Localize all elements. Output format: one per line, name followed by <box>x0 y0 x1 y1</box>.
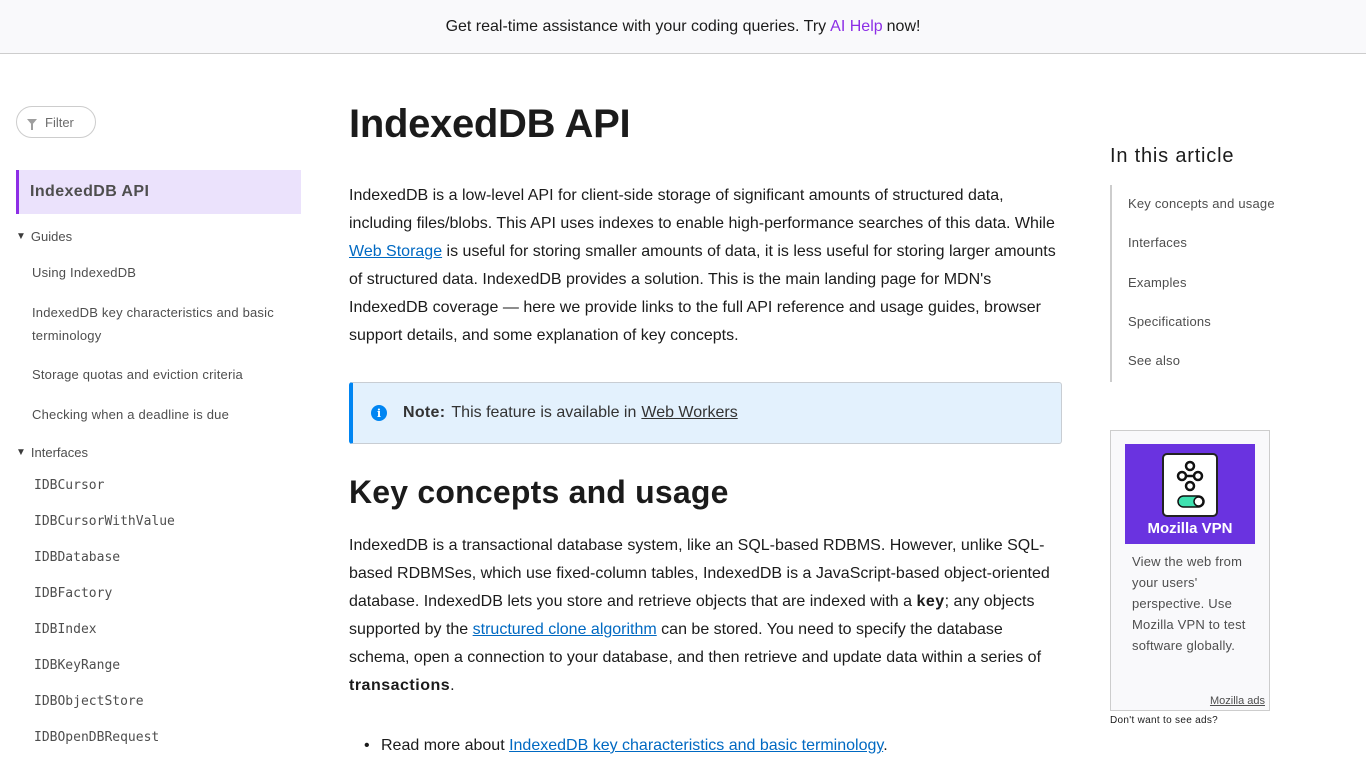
funnel-icon <box>27 119 37 130</box>
table-of-contents: Key concepts and usage Interfaces Exampl… <box>1110 185 1310 382</box>
banner-text-end: now! <box>886 17 921 35</box>
chevron-down-icon: ▼ <box>16 447 26 458</box>
sidebar-item[interactable]: Storage quotas and eviction criteria <box>32 363 302 386</box>
section-heading: Key concepts and usage <box>349 474 729 510</box>
toc-title: In this article <box>1110 145 1235 167</box>
web-storage-link[interactable]: Web Storage <box>349 243 442 260</box>
filter-placeholder: Filter <box>45 114 74 130</box>
note-label: Note: <box>403 404 446 421</box>
ad-box[interactable]: Mozilla VPN View the web from your users… <box>1110 430 1270 711</box>
vpn-network-icon <box>1176 460 1205 508</box>
intro-paragraph: IndexedDB is a low-level API for client-… <box>349 182 1062 350</box>
intro-text: IndexedDB is a low-level API for client-… <box>349 187 1055 232</box>
sidebar-item[interactable]: IDBIndex <box>34 622 97 637</box>
toc-item[interactable]: Examples <box>1128 275 1187 290</box>
sidebar-group-label: Interfaces <box>30 445 88 460</box>
key-term: key <box>916 593 945 610</box>
sidebar-item[interactable]: IDBDatabase <box>34 550 120 565</box>
intro-text-2: is useful for storing smaller amounts of… <box>349 243 1056 344</box>
concepts-text-4: . <box>450 677 455 694</box>
web-workers-link[interactable]: Web Workers <box>641 404 737 422</box>
sidebar-item[interactable]: IDBKeyRange <box>34 658 120 673</box>
sidebar-item[interactable]: IDBObjectStore <box>34 694 144 709</box>
mozilla-ads-link[interactable]: Mozilla ads <box>1210 695 1265 707</box>
filter-input[interactable]: Filter <box>16 106 96 138</box>
sidebar: Filter IndexedDB API ▼ Guides Using Inde… <box>0 54 320 768</box>
sidebar-item[interactable]: IDBOpenDBRequest <box>34 730 159 745</box>
ad-brand: Mozilla VPN <box>1147 520 1233 537</box>
info-icon: i <box>371 405 387 421</box>
structured-clone-link[interactable]: structured clone algorithm <box>473 621 657 638</box>
toc-item[interactable]: Key concepts and usage <box>1128 196 1275 211</box>
sidebar-item[interactable]: IndexedDB key characteristics and basic … <box>32 301 302 347</box>
key-characteristics-link[interactable]: IndexedDB key characteristics and basic … <box>509 737 883 754</box>
page-title: IndexedDB API <box>349 102 631 146</box>
sidebar-group-label: Guides <box>30 229 73 244</box>
bullet-end: . <box>883 737 888 754</box>
sidebar-group-guides[interactable]: ▼ Guides <box>16 229 72 244</box>
transactions-term: transactions <box>349 677 451 694</box>
banner-text: Get real-time assistance with your codin… <box>445 17 827 35</box>
toc-item[interactable]: Specifications <box>1128 314 1211 329</box>
concepts-paragraph: IndexedDB is a transactional database sy… <box>349 532 1062 700</box>
sidebar-item[interactable]: IDBFactory <box>34 586 112 601</box>
sidebar-item[interactable]: Using IndexedDB <box>32 261 302 284</box>
vpn-app-icon <box>1162 453 1218 517</box>
note-text: This feature is available in <box>451 404 637 421</box>
chevron-down-icon: ▼ <box>16 231 26 242</box>
ai-help-banner: Get real-time assistance with your codin… <box>0 0 1366 54</box>
list-item: Read more about IndexedDB key characteri… <box>364 732 888 760</box>
sidebar-item[interactable]: IDBCursor <box>34 478 104 493</box>
sidebar-item[interactable]: IDBCursorWithValue <box>34 514 175 529</box>
ad-optout-link[interactable]: Don't want to see ads? <box>1110 715 1218 726</box>
toc-item[interactable]: See also <box>1128 353 1180 368</box>
sidebar-item-current[interactable]: IndexedDB API <box>16 170 301 214</box>
note-callout: i Note: This feature is available in Web… <box>349 382 1062 444</box>
ai-help-link[interactable]: AI Help <box>830 18 882 36</box>
ad-text: View the web from your users' perspectiv… <box>1132 554 1246 653</box>
toc-item[interactable]: Interfaces <box>1128 235 1187 250</box>
sidebar-item[interactable]: Checking when a deadline is due <box>32 403 302 426</box>
bullet-text: Read more about <box>381 737 510 754</box>
ad-banner[interactable]: Mozilla VPN <box>1125 444 1255 544</box>
sidebar-group-interfaces[interactable]: ▼ Interfaces <box>16 445 88 460</box>
